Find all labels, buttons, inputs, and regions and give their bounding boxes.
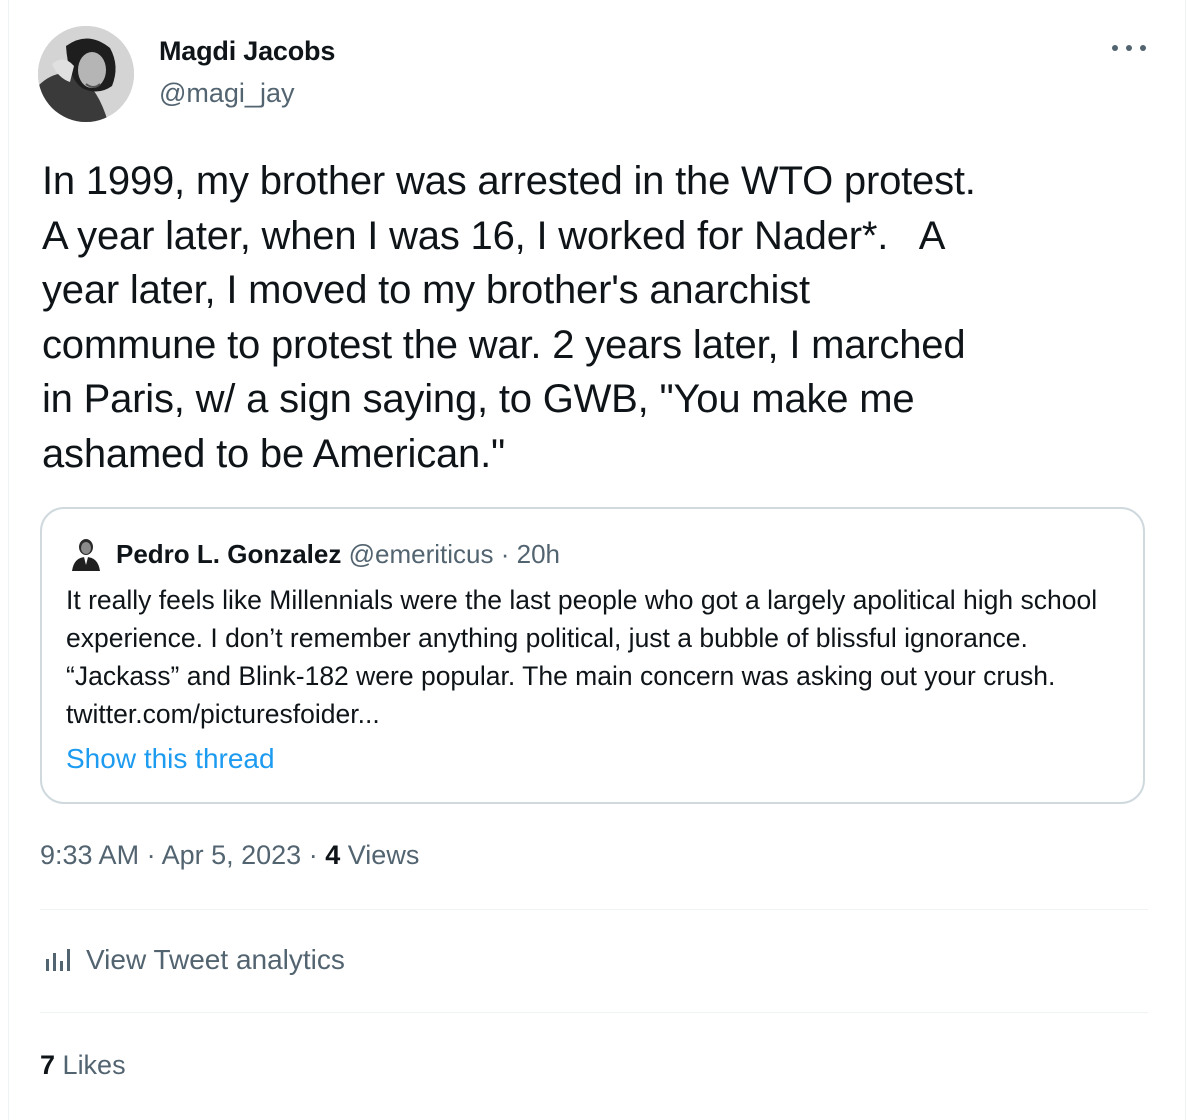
more-options-icon[interactable] [1112,38,1146,58]
quoted-tweet-text: It really feels like Millennials were th… [66,585,1098,729]
dot [1112,45,1118,51]
dot [1140,45,1146,51]
author-handle[interactable]: @magi_jay [159,78,294,109]
views-label: Views [347,840,420,870]
views-count: 4 [325,840,341,870]
likes-count: 7 [40,1050,56,1080]
tweet-time[interactable]: 9:33 AM [40,840,139,870]
likes-label: Likes [62,1050,126,1080]
likes-link[interactable]: 7 Likes [40,1050,126,1081]
author-avatar[interactable] [38,26,134,122]
quoted-author-name[interactable]: Pedro L. Gonzalez [116,539,341,569]
quoted-author-avatar[interactable] [68,535,104,571]
quoted-tweet-card[interactable]: Pedro L. Gonzalez @emeriticus · 20h It r… [40,507,1145,804]
dot [1126,45,1132,51]
view-analytics-button[interactable]: View Tweet analytics [44,944,345,976]
quoted-avatar-image [68,535,104,571]
show-thread-link[interactable]: Show this thread [66,743,275,775]
analytics-label: View Tweet analytics [86,944,345,975]
separator: · [308,840,318,870]
tweet-date[interactable]: Apr 5, 2023 [162,840,302,870]
divider [40,909,1148,910]
quoted-author-handle[interactable]: @emeriticus [349,539,494,569]
separator: · [500,539,510,569]
left-border [8,0,9,1120]
quoted-tweet-time[interactable]: 20h [517,539,560,569]
tweet-metadata: 9:33 AM · Apr 5, 2023 · 4 Views [40,840,419,871]
separator: · [146,840,156,870]
avatar-image [38,26,134,122]
author-name[interactable]: Magdi Jacobs [159,36,335,67]
tweet-text: In 1999, my brother was arrested in the … [42,159,976,476]
analytics-bar-icon [46,949,70,971]
right-border [1185,0,1186,1120]
quoted-tweet-header: Pedro L. Gonzalez @emeriticus · 20h [116,539,560,570]
divider [40,1012,1148,1013]
